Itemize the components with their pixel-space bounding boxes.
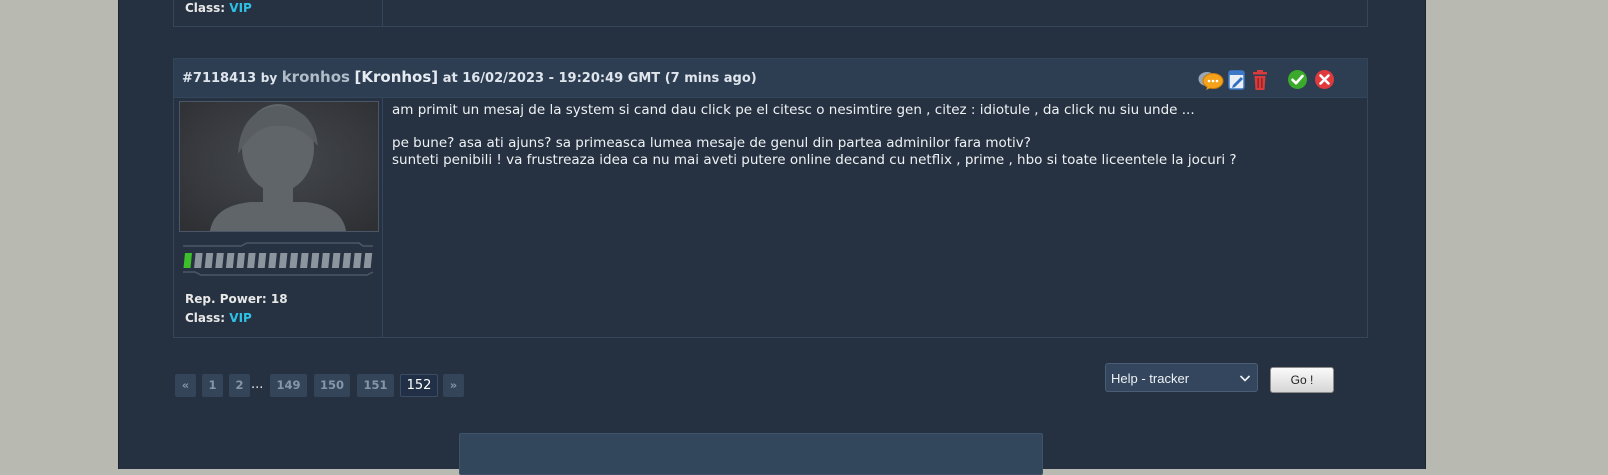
page-current: 152 <box>400 374 438 397</box>
page-149-button[interactable]: 149 <box>270 374 307 397</box>
rank-segment <box>183 253 192 268</box>
rank-segment <box>353 253 362 268</box>
rank-segment <box>300 253 309 268</box>
rank-segment <box>194 253 203 268</box>
message-line: pe bune? asa ati ajuns? sa primeasca lum… <box>392 135 1031 151</box>
post-timestamp: at 16/02/2023 - 19:20:49 GMT (7 mins ago… <box>442 71 757 86</box>
rank-segment <box>204 253 214 268</box>
rank-segment <box>363 253 373 268</box>
forum-post: #7118413 by kronhos [Kronhos] at 16/02/2… <box>173 58 1368 338</box>
rank-segment <box>289 253 298 268</box>
class-value: VIP <box>229 1 252 15</box>
edit-icon[interactable] <box>1227 69 1247 95</box>
post-username[interactable]: kronhos <box>282 68 350 86</box>
page-ellipsis: ... <box>251 377 264 392</box>
rank-segment <box>225 253 235 268</box>
rank-segment <box>331 253 341 268</box>
previous-class-line: Class: VIP <box>185 1 252 15</box>
post-message: am primit un mesaj de la system si cand … <box>392 102 1352 169</box>
post-id[interactable]: #7118413 <box>182 71 256 86</box>
chevron-down-icon <box>1239 364 1251 403</box>
content-area: Class: VIP #7118413 by kronhos [Kronhos]… <box>118 0 1426 475</box>
message-line: sunteti penibili ! va frustreaza idea ca… <box>392 152 1237 168</box>
previous-post: Class: VIP <box>173 0 1368 27</box>
approve-icon[interactable] <box>1287 69 1308 94</box>
page-prev-button[interactable]: « <box>175 374 196 397</box>
rank-segment <box>321 253 330 268</box>
avatar[interactable] <box>179 101 379 232</box>
post-title: #7118413 by kronhos [Kronhos] at 16/02/2… <box>182 68 757 86</box>
class-label: Class: <box>185 311 226 325</box>
rank-bar <box>181 242 375 280</box>
page-2-button[interactable]: 2 <box>229 374 250 397</box>
rank-segment <box>278 253 288 268</box>
message-line: am primit un mesaj de la system si cand … <box>392 102 1195 118</box>
rank-segment <box>236 253 245 268</box>
rank-segment <box>257 253 267 268</box>
user-info-cell: Rep. Power: 18 Class: VIP <box>174 98 383 337</box>
class-line: Class: VIP <box>185 311 252 325</box>
post-by: by <box>260 71 278 85</box>
page-1-button[interactable]: 1 <box>202 374 223 397</box>
page-next-button[interactable]: » <box>443 374 464 397</box>
post-alias: [Kronhos] <box>354 68 439 86</box>
rank-segment <box>268 253 277 268</box>
rank-segment <box>215 253 224 268</box>
reject-icon[interactable] <box>1314 69 1335 94</box>
previous-user-cell: Class: VIP <box>174 0 383 26</box>
delete-icon[interactable] <box>1251 69 1269 95</box>
rep-power: Rep. Power: 18 <box>185 292 288 306</box>
quote-icon[interactable] <box>1198 69 1224 95</box>
forum-jump-value: Help - tracker <box>1111 371 1190 386</box>
rank-segment <box>342 253 351 268</box>
rank-segment <box>310 253 320 268</box>
go-button[interactable]: Go ! <box>1270 367 1334 393</box>
post-header: #7118413 by kronhos [Kronhos] at 16/02/2… <box>174 59 1367 98</box>
page-151-button[interactable]: 151 <box>357 374 394 397</box>
page-150-button[interactable]: 150 <box>314 374 350 397</box>
rank-segment <box>247 253 256 268</box>
class-label: Class: <box>185 1 226 15</box>
forum-jump-select[interactable]: Help - tracker <box>1105 363 1258 392</box>
class-value: VIP <box>229 311 252 325</box>
